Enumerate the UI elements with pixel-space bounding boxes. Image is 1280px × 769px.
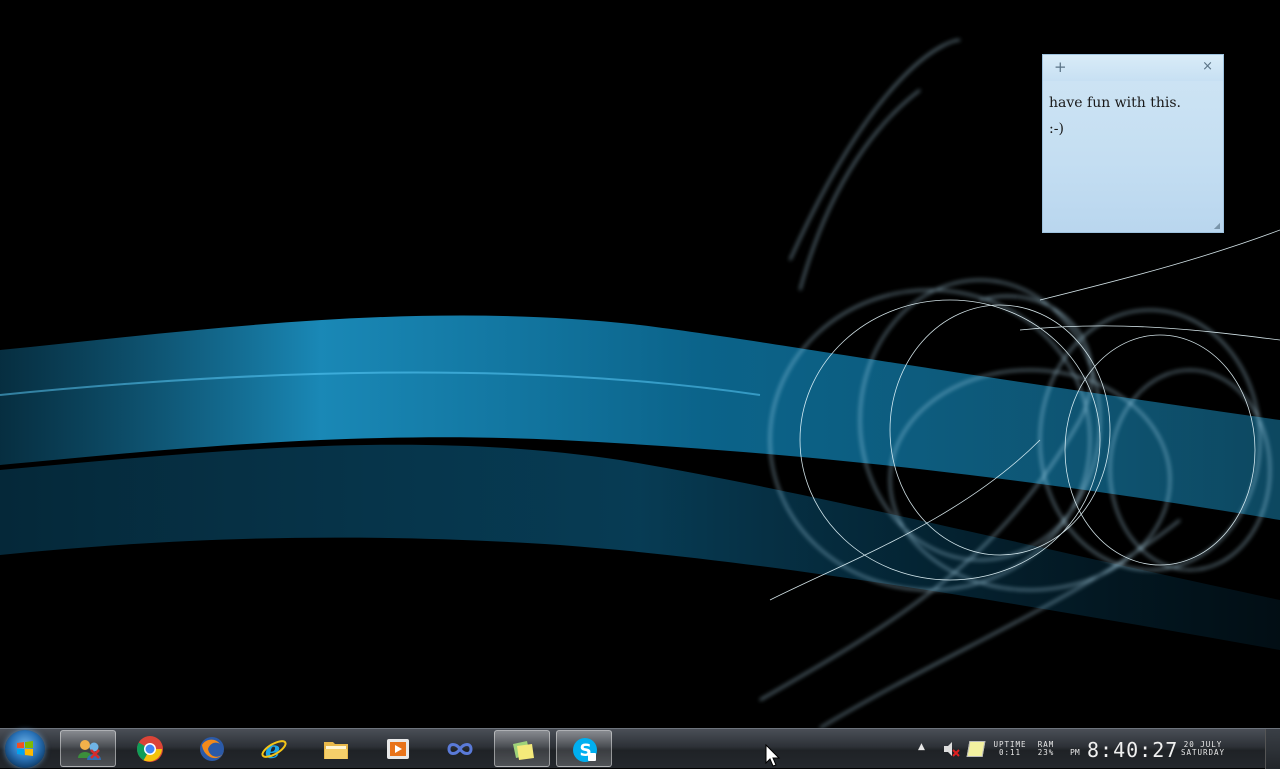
day-line: SATURDAY [1180,748,1226,757]
show-hidden-icons-button[interactable]: ▲ [918,742,925,752]
folder-icon [324,742,348,759]
sticky-note-line: have fun with this. [1049,95,1181,111]
uptime-value: 0:11 [998,748,1022,757]
sticky-notes-tray-icon[interactable] [966,741,986,757]
svg-text:e: e [265,735,280,763]
ram-gadget: RAM 23% [1034,741,1058,757]
windows-live-messenger-icon [78,740,101,760]
taskbar-button-explorer[interactable] [308,730,364,767]
taskbar-button-internet-explorer[interactable]: e [246,730,302,767]
taskbar-button-chrome[interactable] [122,730,178,767]
taskbar-button-firefox[interactable] [184,730,240,767]
sticky-note-line: :-) [1049,121,1064,137]
ram-value: 23% [1037,748,1055,757]
uptime-gadget: UPTIME 0:11 [990,741,1030,757]
taskbar: e S ▲ UPTIME 0:11 RAM 23% PM 8:40:27 20 … [0,728,1280,769]
taskbar-button-messenger[interactable] [60,730,116,767]
skype-icon: S [573,738,597,762]
sticky-notes-icon [513,741,534,760]
sticky-note-text[interactable]: have fun with this. :-) [1043,81,1223,142]
system-tray: ▲ UPTIME 0:11 RAM 23% PM 8:40:27 20 JULY… [910,729,1280,769]
taskbar-button-sticky-notes[interactable] [494,730,550,767]
show-desktop-button[interactable] [1265,729,1280,769]
windows-logo-icon [17,741,33,756]
taskbar-button-media-player[interactable] [370,730,426,767]
close-note-button[interactable]: × [1202,59,1213,74]
taskbar-button-skype[interactable]: S [556,730,612,767]
media-player-icon [387,739,409,759]
start-button[interactable] [5,730,45,768]
new-note-button[interactable]: + [1054,58,1067,76]
taskbar-button-app[interactable] [432,730,488,767]
volume-muted-icon[interactable] [942,740,960,758]
clock-date[interactable]: 20 JULY SATURDAY [1172,741,1234,757]
resize-grip-icon[interactable]: ◢ [1214,221,1220,230]
mouse-cursor-icon [765,744,781,767]
infinity-icon [447,743,473,755]
sticky-note[interactable]: + × have fun with this. :-) ◢ [1043,55,1223,232]
firefox-icon [200,737,224,761]
sticky-note-titlebar[interactable]: + × [1043,55,1223,81]
desktop[interactable]: + × have fun with this. :-) ◢ [0,0,1280,728]
clock-time[interactable]: 8:40:27 [1087,738,1178,762]
internet-explorer-icon: e [261,735,287,763]
chrome-icon [136,736,163,762]
clock-ampm: PM [1070,748,1080,757]
